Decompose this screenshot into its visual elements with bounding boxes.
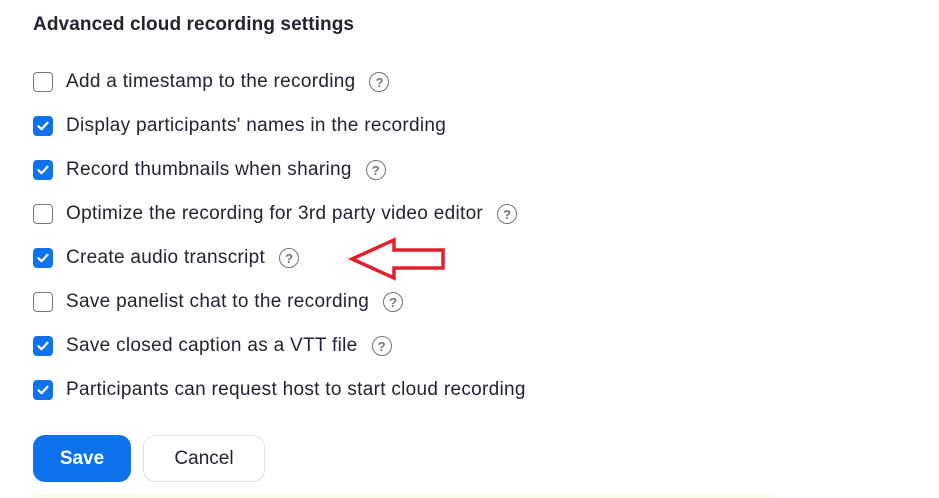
help-icon[interactable]: ? (371, 336, 392, 356)
save-button[interactable]: Save (33, 435, 131, 482)
help-icon[interactable]: ? (279, 248, 300, 268)
checkbox-checked[interactable] (33, 160, 53, 180)
help-icon[interactable]: ? (365, 160, 386, 180)
checkmark-icon (37, 341, 49, 351)
option-row[interactable]: Optimize the recording for 3rd party vid… (33, 201, 518, 227)
help-icon[interactable]: ? (369, 72, 390, 92)
annotation-arrow (348, 237, 445, 281)
option-row[interactable]: Record thumbnails when sharing? (33, 157, 386, 183)
checkbox-checked[interactable] (33, 248, 53, 268)
option-row[interactable]: Save closed caption as a VTT file? (33, 333, 392, 359)
checkbox-unchecked[interactable] (33, 292, 53, 312)
footer-strip (33, 494, 773, 498)
option-row[interactable]: Participants can request host to start c… (33, 377, 526, 403)
checkbox-unchecked[interactable] (33, 72, 53, 92)
option-label: Save closed caption as a VTT file (66, 335, 358, 356)
option-label: Add a timestamp to the recording (66, 71, 356, 92)
checkbox-checked[interactable] (33, 116, 53, 136)
option-label: Save panelist chat to the recording (66, 291, 370, 312)
checkbox-checked[interactable] (33, 336, 53, 356)
option-label: Display participants' names in the recor… (66, 115, 447, 136)
option-label: Optimize the recording for 3rd party vid… (66, 203, 484, 224)
option-row[interactable]: Save panelist chat to the recording? (33, 289, 404, 315)
checkmark-icon (37, 165, 49, 175)
checkmark-icon (37, 385, 49, 395)
option-row[interactable]: Add a timestamp to the recording? (33, 69, 390, 95)
option-label: Create audio transcript (66, 247, 266, 268)
checkbox-checked[interactable] (33, 380, 53, 400)
section-title: Advanced cloud recording settings (33, 14, 355, 35)
checkbox-unchecked[interactable] (33, 204, 53, 224)
checkmark-icon (37, 253, 49, 263)
option-row[interactable]: Create audio transcript? (33, 245, 300, 271)
option-row[interactable]: Display participants' names in the recor… (33, 113, 446, 139)
help-icon[interactable]: ? (497, 204, 518, 224)
help-icon[interactable]: ? (383, 292, 404, 312)
option-label: Record thumbnails when sharing (66, 159, 352, 180)
option-label: Participants can request host to start c… (66, 379, 526, 400)
checkmark-icon (37, 121, 49, 131)
cancel-button[interactable]: Cancel (143, 435, 265, 482)
